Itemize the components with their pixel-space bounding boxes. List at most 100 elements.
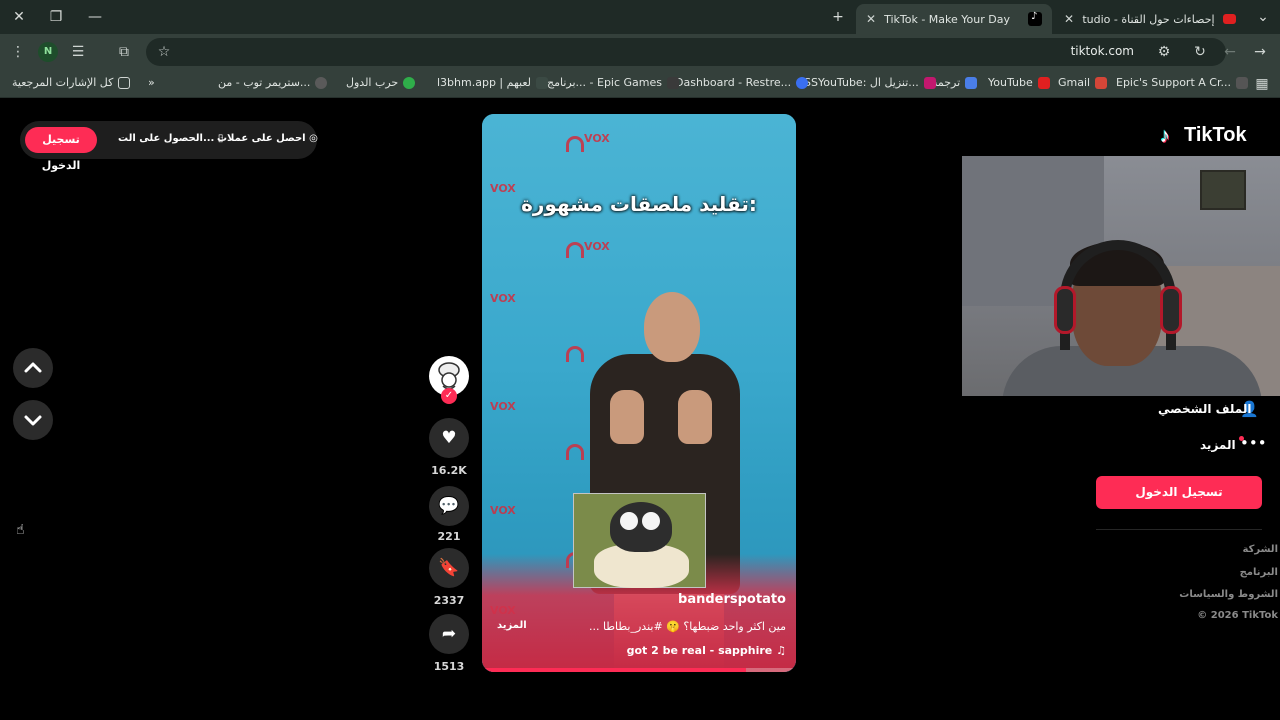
get-coins-button[interactable]: احصل على عملات ◎ xyxy=(217,133,318,144)
globe-icon xyxy=(403,76,416,89)
share-count: 1513 xyxy=(433,660,465,673)
bookmark-icon: 🔖 xyxy=(438,558,460,578)
video-player[interactable]: VOX VOX VOX VOX VOX VOX VOX تقليد ملصقات… xyxy=(482,114,796,672)
top-actions-pill: تسجيل الدخول الحصول على الت... ▯ احصل عل… xyxy=(20,121,318,172)
bookmark-epic-support[interactable]: Epic's Support A Cr... xyxy=(1116,76,1248,89)
tiktok-page: تسجيل الدخول الحصول على الت... ▯ احصل عل… xyxy=(0,98,1280,720)
comment-icon: 💬 xyxy=(438,496,460,516)
minimize-window-icon[interactable]: — xyxy=(84,6,106,28)
globe-icon xyxy=(315,76,328,89)
gmail-icon xyxy=(1095,76,1108,89)
back-icon[interactable]: → xyxy=(1250,42,1270,62)
new-tab-icon[interactable]: + xyxy=(827,6,849,28)
vox-logo: VOX xyxy=(490,292,516,305)
bookmark-gmail[interactable]: Gmail xyxy=(1058,76,1108,89)
menu-dots-icon[interactable]: ⋮ xyxy=(8,42,28,62)
apps-grid-icon[interactable]: ▦ xyxy=(1252,74,1272,94)
browser-toolbar: ⋮ N ☰ ⧉ ☆ tiktok.com ⚙ ↻ ← → xyxy=(0,34,1280,70)
comment-button[interactable]: 💬 xyxy=(429,486,469,526)
forward-icon[interactable]: ← xyxy=(1220,42,1240,62)
tab-label: إحصاءات حول القناة - YouTube Studio xyxy=(1082,12,1215,26)
sidebar-item-profile[interactable]: الملف الشخصي xyxy=(1158,402,1251,416)
youtube-icon xyxy=(1037,76,1050,89)
login-button-top[interactable]: تسجيل الدخول xyxy=(25,127,97,172)
save-button[interactable]: 🔖 xyxy=(429,548,469,588)
vox-logo: VOX xyxy=(490,504,516,517)
headset xyxy=(1060,240,1176,350)
mall-logo xyxy=(566,136,584,152)
bookmarks-bar: ▦ Epic's Support A Cr... Gmail YouTube ت… xyxy=(0,70,1280,98)
chevron-up-icon xyxy=(24,362,42,373)
shaun-sheep-sticker xyxy=(573,493,706,588)
translate-icon xyxy=(965,76,978,89)
video-progress-bar[interactable] xyxy=(482,668,796,672)
bookmark-youtube[interactable]: YouTube xyxy=(988,76,1050,89)
footer-copyright: © 2026 TikTok xyxy=(1197,610,1278,621)
bookmark-streamer-top[interactable]: ستريمر توب - من... xyxy=(218,76,328,89)
site-settings-icon[interactable]: ⚙ xyxy=(1154,42,1174,62)
next-video-button[interactable] xyxy=(13,400,53,440)
person-head xyxy=(644,292,700,362)
footer-terms-link[interactable]: الشروط والسياسات xyxy=(1179,589,1278,600)
close-tab-icon[interactable]: ✕ xyxy=(1064,12,1074,26)
bookmark-epic-games[interactable]: برنامج... - Epic Games xyxy=(547,76,680,89)
footer-program-link[interactable]: البرنامج xyxy=(1240,567,1278,578)
tab-label: TikTok - Make Your Day xyxy=(884,12,1010,26)
sidebar-login-button[interactable]: تسجيل الدخول xyxy=(1096,476,1262,509)
footer-company-link[interactable]: الشركة xyxy=(1243,544,1278,555)
tab-tiktok[interactable]: ✕ TikTok - Make Your Day xyxy=(856,4,1052,34)
vox-logo: VOX xyxy=(490,400,516,413)
tab-search-icon[interactable]: ⌄ xyxy=(1252,6,1274,28)
address-bar[interactable]: ☆ tiktok.com ⚙ xyxy=(146,38,1226,66)
notification-dot xyxy=(1239,436,1244,441)
webcam-overlay xyxy=(962,156,1280,396)
restore-window-icon[interactable]: ❐ xyxy=(45,6,67,28)
bookmark-dashboard-restream[interactable]: Dashboard - Restre... xyxy=(675,76,809,89)
sidebar-item-more[interactable]: المزيد xyxy=(1200,438,1236,452)
tab-youtube-studio[interactable]: ✕ إحصاءات حول القناة - YouTube Studio xyxy=(1054,4,1246,34)
previous-video-button[interactable] xyxy=(13,348,53,388)
tiktok-note-icon: ♪ xyxy=(1160,124,1170,147)
thumbs-up-left xyxy=(610,390,644,444)
vox-logo: VOX xyxy=(584,240,610,253)
bookmark-l3bhm[interactable]: l3bhm.app | لعبهم xyxy=(437,76,549,89)
music-note-icon: ♫ xyxy=(776,644,786,657)
heart-icon: ♥ xyxy=(441,428,457,448)
coin-icon: ◎ xyxy=(309,133,318,144)
bookmark-ssyoutube[interactable]: SSYouTube: تنزيل ال... xyxy=(804,76,936,89)
bookmark-war-of-nations[interactable]: حرب الدول xyxy=(346,76,416,89)
share-button[interactable]: ➦ xyxy=(429,614,469,654)
profile-avatar[interactable]: N xyxy=(38,42,58,62)
close-tab-icon[interactable]: ✕ xyxy=(866,12,876,26)
tiktok-logo[interactable]: ♪ TikTok xyxy=(1160,124,1247,147)
video-overlay-title: تقليد ملصقات مشهورة: xyxy=(521,192,757,216)
share-icon: ➦ xyxy=(441,624,457,644)
bookmarks-overflow-button[interactable]: » xyxy=(148,76,155,89)
reading-list-icon[interactable]: ☰ xyxy=(68,42,88,62)
save-count: 2337 xyxy=(433,594,465,607)
tiktok-favicon-icon xyxy=(1028,11,1042,26)
mall-logo xyxy=(566,444,584,460)
caption-more-button[interactable]: المزيد xyxy=(497,620,527,631)
mall-logo xyxy=(566,242,584,258)
video-username[interactable]: banderspotato xyxy=(678,592,786,607)
vox-logo: VOX xyxy=(584,132,610,145)
reload-icon[interactable]: ↻ xyxy=(1190,42,1210,62)
bookmark-star-icon[interactable]: ☆ xyxy=(154,42,174,62)
all-bookmarks-button[interactable]: كل الإشارات المرجعية xyxy=(12,76,131,89)
get-app-button[interactable]: الحصول على الت... ▯ xyxy=(118,133,223,144)
browser-tab-strip: ✕ ❐ — + ✕ TikTok - Make Your Day ✕ إحصاء… xyxy=(0,0,1280,34)
like-count: 16.2K xyxy=(431,464,467,477)
video-caption: مين اكثر واحد ضبطها؟ 🤫 #بندر_بطاطا ... xyxy=(588,620,786,633)
video-music[interactable]: got 2 be real - sapphire ♫ xyxy=(627,644,786,657)
sidebar-divider xyxy=(1096,529,1262,530)
folder-icon xyxy=(118,76,131,89)
bookmark-translate[interactable]: ترجمة xyxy=(932,76,978,89)
follow-badge[interactable]: ✓ xyxy=(441,388,457,404)
epic-games-icon xyxy=(667,76,680,89)
url-text: tiktok.com xyxy=(1070,44,1134,58)
chevron-down-icon xyxy=(24,415,42,426)
like-button[interactable]: ♥ xyxy=(429,418,469,458)
extensions-icon[interactable]: ⧉ xyxy=(114,42,134,62)
close-window-icon[interactable]: ✕ xyxy=(8,6,30,28)
